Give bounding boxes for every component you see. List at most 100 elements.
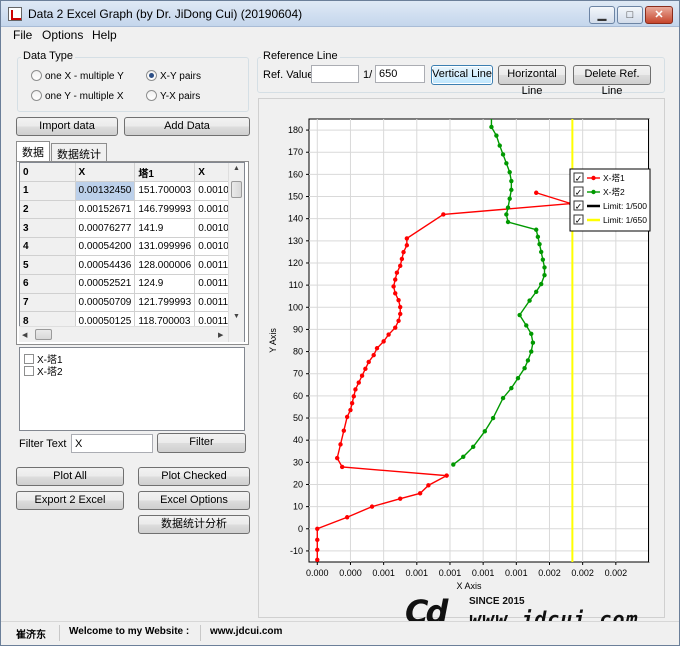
grid-cell[interactable]: 0.00054200 [75, 237, 136, 257]
radio-icon [31, 70, 42, 81]
radio-label: X-Y pairs [160, 71, 201, 82]
row-header[interactable]: 4 [20, 237, 76, 257]
series-point [504, 161, 509, 166]
add-data-button[interactable]: Add Data [124, 117, 250, 136]
grid-cell[interactable]: 128.000006 [134, 255, 196, 276]
scroll-right-icon[interactable]: ▶ [218, 331, 223, 339]
filter-button[interactable]: Filter [157, 433, 246, 453]
legend-check-icon: ✓ [575, 175, 583, 185]
series-point [404, 243, 410, 248]
series-point [489, 108, 493, 112]
plot-panel: -10 0 10 20 30 40 50 60 70 80 90 100 110 120 130 140 150… [258, 98, 665, 618]
delete-ref-line-button[interactable]: Delete Ref. Line [573, 65, 651, 97]
grid-cell[interactable]: 146.799993 [134, 200, 196, 220]
x-tick-label: 0.000 [339, 568, 362, 578]
radio-one-x-multiple-y[interactable]: one X - multiple Y [31, 70, 124, 84]
series-item-label: X-塔2 [37, 367, 63, 378]
horizontal-scrollbar[interactable]: ◀ ▶ [19, 326, 228, 342]
y-tick-label: 170 [288, 147, 303, 157]
series-listbox[interactable]: X-塔1 X-塔2 [19, 347, 245, 431]
data-type-label: Data Type [21, 50, 75, 62]
series-point [363, 366, 368, 372]
menu-options[interactable]: Options [42, 28, 83, 42]
legend-label: X-塔2 [603, 187, 625, 197]
y-tick-label: 70 [293, 369, 303, 379]
grid-cell[interactable]: 0.00052521 [75, 274, 136, 294]
stats-analysis-button[interactable]: 数据统计分析 [138, 515, 250, 534]
tab-data[interactable]: 数据 [16, 141, 50, 162]
status-website-link[interactable]: www.jdcui.com [210, 626, 282, 637]
scroll-left-icon[interactable]: ◀ [22, 331, 27, 339]
series-point [542, 265, 547, 270]
radio-icon [146, 90, 157, 101]
vertical-scroll-thumb[interactable] [231, 181, 242, 198]
y-tick-label: 50 [293, 413, 303, 423]
horizontal-scroll-thumb[interactable] [35, 329, 52, 340]
row-header[interactable]: 3 [20, 218, 76, 238]
plot-all-button[interactable]: Plot All [16, 467, 124, 486]
series-point [394, 270, 400, 275]
filter-text-input[interactable] [71, 434, 153, 453]
series-point [374, 346, 380, 351]
close-button[interactable]: ✕ [645, 6, 673, 24]
series-point [398, 311, 403, 317]
grid-cell[interactable]: 131.099996 [134, 237, 196, 257]
excel-options-button[interactable]: Excel Options [138, 491, 250, 510]
series-point [393, 325, 398, 330]
menu-help[interactable]: Help [92, 28, 117, 42]
grid-cell[interactable]: 0.00132450 [75, 181, 136, 201]
grid-cell[interactable]: 141.9 [134, 218, 196, 238]
plot-checked-button[interactable]: Plot Checked [138, 467, 250, 486]
series-checkbox-item[interactable]: X-塔2 [24, 363, 63, 378]
minimize-button[interactable]: ▁ [589, 6, 615, 24]
import-data-button[interactable]: Import data [16, 117, 118, 136]
radio-x-y-pairs[interactable]: X-Y pairs [146, 70, 201, 84]
radio-y-x-pairs[interactable]: Y-X pairs [146, 90, 200, 104]
ref-value-input[interactable] [311, 65, 359, 83]
grid-cell[interactable]: 151.700003 [134, 181, 196, 201]
ratio-input[interactable] [375, 65, 425, 83]
row-header[interactable]: 6 [20, 274, 76, 294]
grid-header-cell[interactable]: 塔1 [134, 163, 196, 183]
vertical-line-button[interactable]: Vertical Line [431, 65, 493, 85]
grid-cell[interactable]: 0.00076277 [75, 218, 136, 238]
y-tick-label: 130 [288, 236, 303, 246]
data-grid[interactable]: 0 X 塔1 X 1 0.00132450 151.700003 0.001048 2… [19, 162, 245, 342]
scroll-down-icon[interactable]: ▼ [233, 313, 240, 320]
grid-cell[interactable]: 0.00050709 [75, 293, 136, 313]
grid-cell[interactable]: 121.799993 [134, 293, 196, 313]
chart-svg[interactable]: -10 0 10 20 30 40 50 60 70 80 90 100 110 120 130 140 150… [259, 99, 666, 619]
x-tick-label: 0.001 [439, 568, 462, 578]
grid-cell[interactable]: 0.00152671 [75, 200, 136, 220]
scroll-up-icon[interactable]: ▲ [233, 165, 240, 172]
y-tick-label: 140 [288, 214, 303, 224]
grid-cell[interactable]: 124.9 [134, 274, 196, 294]
grid-header-cell[interactable]: X [75, 163, 136, 183]
checkbox-icon [24, 366, 34, 376]
series-point [524, 323, 529, 328]
legend-check-icon: ✓ [575, 189, 583, 199]
status-author: 崔济东 [16, 630, 46, 641]
row-header[interactable]: 1 [20, 181, 76, 201]
series-point [351, 394, 356, 399]
y-tick-label: 120 [288, 258, 303, 268]
series-point [534, 227, 539, 232]
maximize-button[interactable]: □ [617, 6, 643, 24]
series-point [507, 196, 512, 201]
grid-cell[interactable]: 0.00054436 [75, 255, 136, 276]
y-axis-label: Y Axis [268, 328, 278, 353]
vertical-scrollbar[interactable]: ▲ ▼ [228, 163, 244, 342]
row-header[interactable]: 7 [20, 293, 76, 313]
horizontal-line-button[interactable]: Horizontal Line [498, 65, 566, 97]
menu-file[interactable]: File [13, 28, 32, 42]
row-header[interactable]: 2 [20, 200, 76, 220]
radio-one-y-multiple-x[interactable]: one Y - multiple X [31, 90, 124, 104]
series-point [381, 339, 386, 344]
series-point [505, 205, 511, 210]
series-point [500, 152, 506, 157]
tab-data-stats[interactable]: 数据统计 [51, 143, 107, 161]
row-header[interactable]: 5 [20, 255, 76, 276]
legend-label: X-塔1 [603, 173, 625, 183]
export-excel-button[interactable]: Export 2 Excel [16, 491, 124, 510]
close-icon: ✕ [654, 9, 664, 21]
